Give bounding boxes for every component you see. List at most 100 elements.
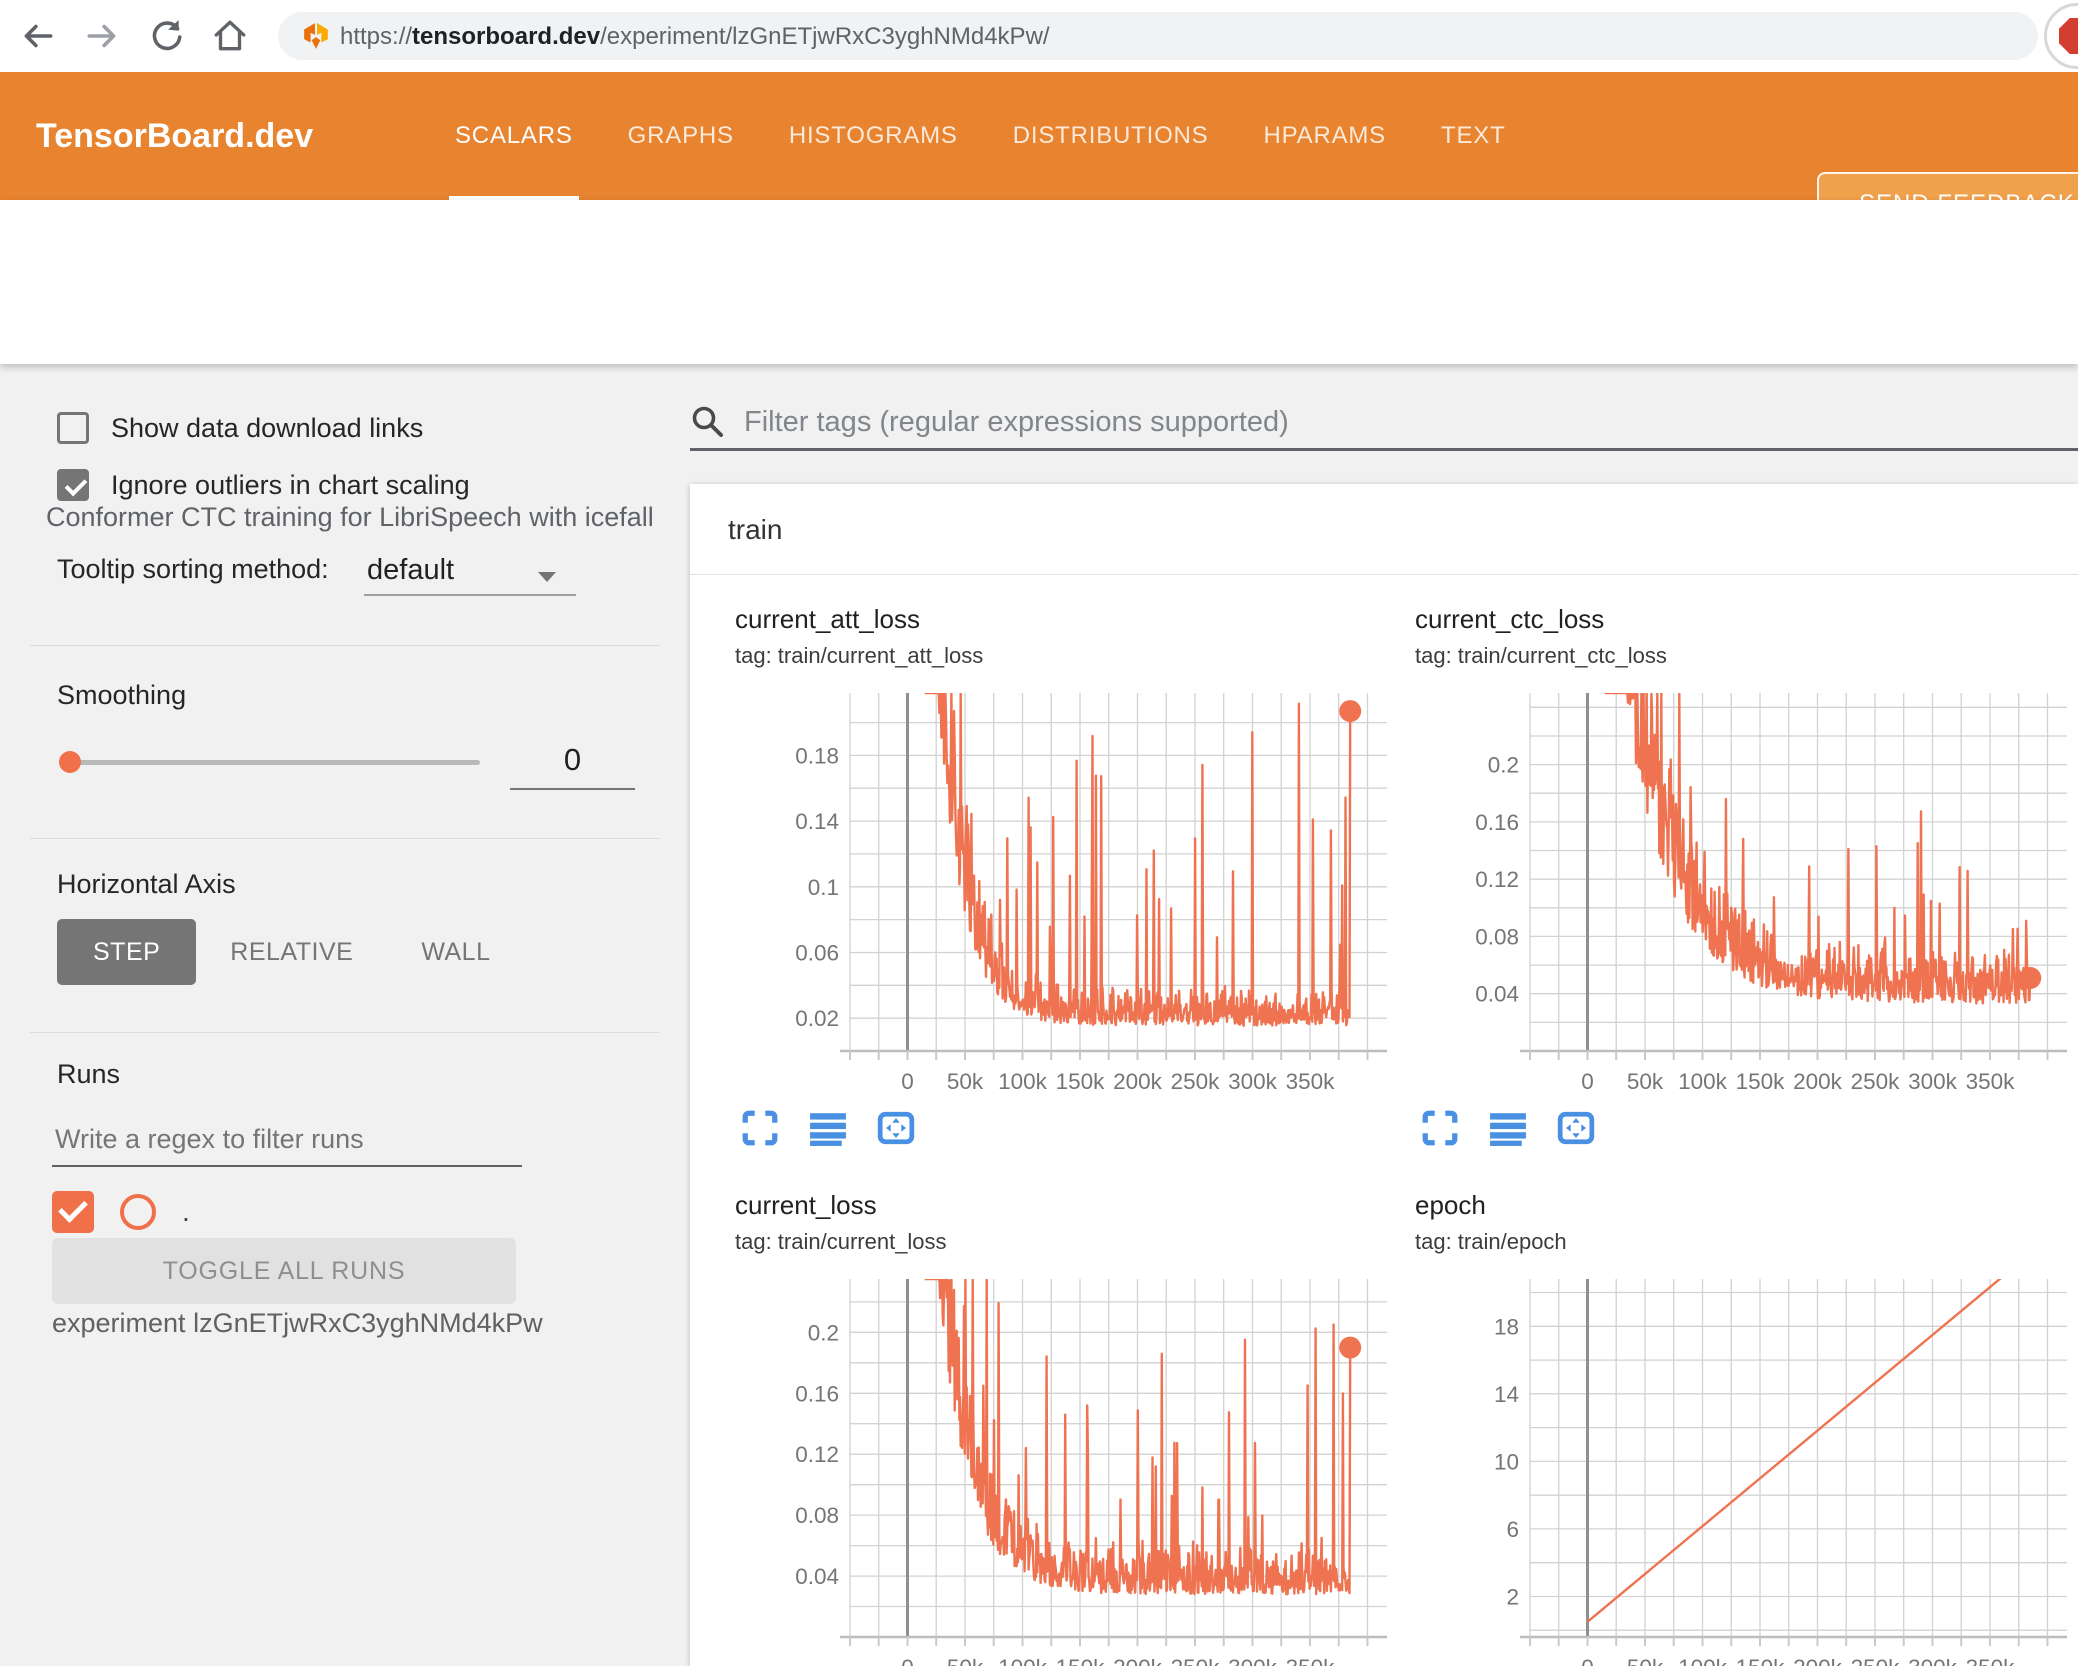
tab-text[interactable]: TEXT: [1441, 72, 1506, 200]
svg-text:300k: 300k: [1228, 1069, 1278, 1094]
fullscreen-icon[interactable]: [741, 1109, 779, 1147]
smoothing-label: Smoothing: [57, 680, 187, 710]
run-row: .: [52, 1191, 190, 1233]
chart-current-att-loss: current_att_loss tag: train/current_att_…: [735, 604, 1405, 1147]
chart-title: current_ctc_loss: [1415, 604, 1605, 634]
chart-tag: tag: train/epoch: [1415, 1229, 1567, 1254]
show-download-links-checkbox[interactable]: Show data download links: [57, 412, 423, 444]
svg-text:300k: 300k: [1908, 1655, 1958, 1666]
svg-text:150k: 150k: [1736, 1655, 1786, 1666]
svg-text:2: 2: [1506, 1585, 1519, 1610]
forward-icon[interactable]: [80, 14, 124, 58]
chart-title: current_loss: [735, 1190, 877, 1220]
svg-text:300k: 300k: [1228, 1655, 1278, 1666]
svg-text:0: 0: [1581, 1655, 1594, 1666]
svg-text:0.12: 0.12: [1475, 867, 1519, 892]
tab-histograms[interactable]: HISTOGRAMS: [789, 72, 958, 200]
svg-text:100k: 100k: [998, 1655, 1048, 1666]
svg-text:0.16: 0.16: [1475, 810, 1519, 835]
chart-current-loss: current_loss tag: train/current_loss 0 50…: [735, 1190, 1405, 1666]
svg-text:0: 0: [901, 1655, 914, 1666]
svg-text:100k: 100k: [998, 1069, 1048, 1094]
chart-plot[interactable]: 0 50k 100k 150k 200k 250k 300k 350k 2 6 10 14 18: [1415, 1269, 2075, 1666]
reload-icon[interactable]: [144, 14, 188, 58]
svg-text:200k: 200k: [1113, 1655, 1163, 1666]
smoothing-slider[interactable]: [59, 751, 480, 773]
group-title[interactable]: train: [728, 514, 782, 546]
svg-text:200k: 200k: [1113, 1069, 1163, 1094]
divider: [690, 574, 2078, 575]
svg-text:0.16: 0.16: [795, 1381, 839, 1406]
back-icon[interactable]: [16, 14, 60, 58]
svg-text:100k: 100k: [1678, 1655, 1728, 1666]
nav-tabs: SCALARS GRAPHS HISTOGRAMS DISTRIBUTIONS …: [449, 72, 1506, 200]
divider: [30, 645, 660, 646]
profile-avatar[interactable]: [2044, 3, 2078, 69]
axis-option-wall[interactable]: WALL: [387, 919, 524, 985]
ignore-outliers-checkbox[interactable]: Ignore outliers in chart scaling: [57, 469, 470, 501]
chart-toolbar: [1421, 1109, 2078, 1147]
svg-text:350k: 350k: [1286, 1655, 1336, 1666]
chart-toolbar: [741, 1109, 1405, 1147]
toggle-all-runs-button[interactable]: TOGGLE ALL RUNS: [52, 1238, 516, 1304]
home-icon[interactable]: [208, 14, 252, 58]
tensorboard-page: https://tensorboard.dev/experiment/lzGnE…: [0, 0, 2078, 1666]
chart-plot[interactable]: 0 50k 100k 150k 200k 250k 300k 350k 0.04 0.08 0.12…: [735, 1269, 1395, 1666]
svg-text:100k: 100k: [1678, 1069, 1728, 1094]
tensorboard-favicon: [304, 23, 328, 49]
tooltip-sorting-select[interactable]: default: [367, 554, 454, 587]
svg-text:50k: 50k: [1627, 1655, 1664, 1666]
chevron-down-icon[interactable]: [538, 572, 556, 582]
chart-title: epoch: [1415, 1190, 1486, 1220]
svg-text:350k: 350k: [1966, 1069, 2016, 1094]
chart-plot[interactable]: 0 50k 100k 150k 200k 250k 300k 350k 0.02 0.06 0.1 0…: [735, 683, 1395, 1103]
checkbox-label: Ignore outliers in chart scaling: [111, 469, 470, 500]
content-area: Show data download links Ignore outliers…: [0, 364, 2078, 1666]
axis-option-relative[interactable]: RELATIVE: [196, 919, 387, 985]
smoothing-value[interactable]: 0: [510, 742, 635, 778]
fullscreen-icon[interactable]: [1421, 1109, 1459, 1147]
checkbox-unchecked-icon: [57, 412, 89, 444]
svg-text:350k: 350k: [1286, 1069, 1336, 1094]
horizontal-axis-options: STEP RELATIVE WALL: [57, 919, 524, 985]
tab-distributions[interactable]: DISTRIBUTIONS: [1013, 72, 1209, 200]
runs-list-icon[interactable]: [1489, 1109, 1527, 1147]
svg-text:0: 0: [1581, 1069, 1594, 1094]
checkbox-label: Show data download links: [111, 412, 424, 443]
runs-list-icon[interactable]: [809, 1109, 847, 1147]
filter-tags-placeholder: Filter tags (regular expressions support…: [744, 405, 1289, 438]
svg-text:0.04: 0.04: [1475, 982, 1519, 1007]
tab-graphs[interactable]: GRAPHS: [628, 72, 734, 200]
fit-domain-icon[interactable]: [1557, 1109, 1595, 1147]
runs-filter-input[interactable]: Write a regex to filter runs: [55, 1124, 364, 1155]
svg-text:0: 0: [901, 1069, 914, 1094]
run-name: .: [182, 1196, 190, 1227]
slider-thumb[interactable]: [59, 751, 81, 773]
axis-option-step[interactable]: STEP: [57, 919, 197, 985]
train-card: train current_att_loss tag: train/curren…: [690, 484, 2078, 1666]
tooltip-sorting-label: Tooltip sorting method:: [57, 554, 329, 584]
fit-domain-icon[interactable]: [877, 1109, 915, 1147]
chart-title: current_att_loss: [735, 604, 920, 634]
svg-text:250k: 250k: [1171, 1069, 1221, 1094]
experiment-id-label: experiment lzGnETjwRxC3yghNMd4kPw: [52, 1308, 543, 1338]
run-checkbox-checked-icon[interactable]: [52, 1191, 94, 1233]
run-color-circle-icon[interactable]: [120, 1194, 156, 1230]
svg-text:150k: 150k: [1056, 1069, 1106, 1094]
tab-scalars[interactable]: SCALARS: [449, 72, 579, 200]
svg-text:0.2: 0.2: [1488, 753, 1519, 778]
brand-logo[interactable]: TensorBoard.dev: [36, 117, 313, 156]
svg-text:350k: 350k: [1966, 1655, 2016, 1666]
svg-text:300k: 300k: [1908, 1069, 1958, 1094]
svg-text:250k: 250k: [1851, 1655, 1901, 1666]
svg-text:6: 6: [1506, 1517, 1519, 1542]
svg-text:10: 10: [1494, 1449, 1519, 1474]
svg-text:0.14: 0.14: [795, 809, 839, 834]
chart-plot[interactable]: 0 50k 100k 150k 200k 250k 300k 350k 0.04 0.08 0.12…: [1415, 683, 2075, 1103]
checkbox-checked-icon: [57, 469, 89, 501]
url-text: https://tensorboard.dev/experiment/lzGnE…: [340, 23, 1050, 50]
svg-text:150k: 150k: [1736, 1069, 1786, 1094]
tab-hparams[interactable]: HPARAMS: [1263, 72, 1386, 200]
filter-tags-field[interactable]: Filter tags (regular expressions support…: [690, 394, 1289, 450]
address-bar[interactable]: https://tensorboard.dev/experiment/lzGnE…: [278, 12, 2038, 60]
